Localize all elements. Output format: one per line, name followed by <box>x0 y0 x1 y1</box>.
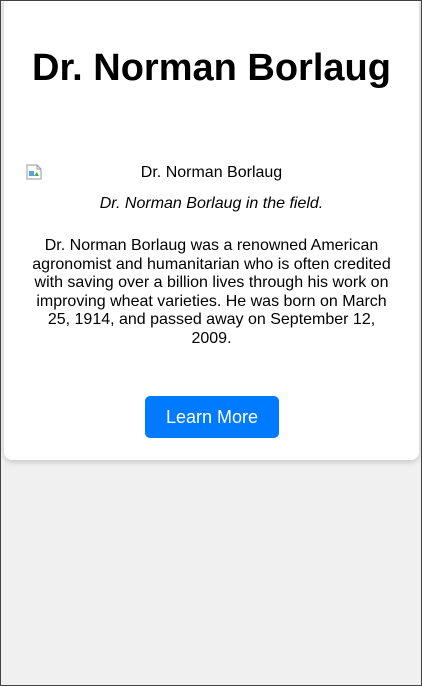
page-title: Dr. Norman Borlaug <box>32 47 391 89</box>
profile-card: Dr. Norman Borlaug Dr. Norman Borlaug Dr… <box>4 1 419 460</box>
bio-text: Dr. Norman Borlaug was a renowned Americ… <box>32 237 391 347</box>
image-alt-text: Dr. Norman Borlaug <box>140 164 283 181</box>
image-caption: Dr. Norman Borlaug in the field. <box>99 195 324 212</box>
profile-image: Dr. Norman Borlaug <box>26 162 397 184</box>
learn-more-button[interactable]: Learn More <box>145 396 279 438</box>
broken-image-icon <box>26 164 42 180</box>
